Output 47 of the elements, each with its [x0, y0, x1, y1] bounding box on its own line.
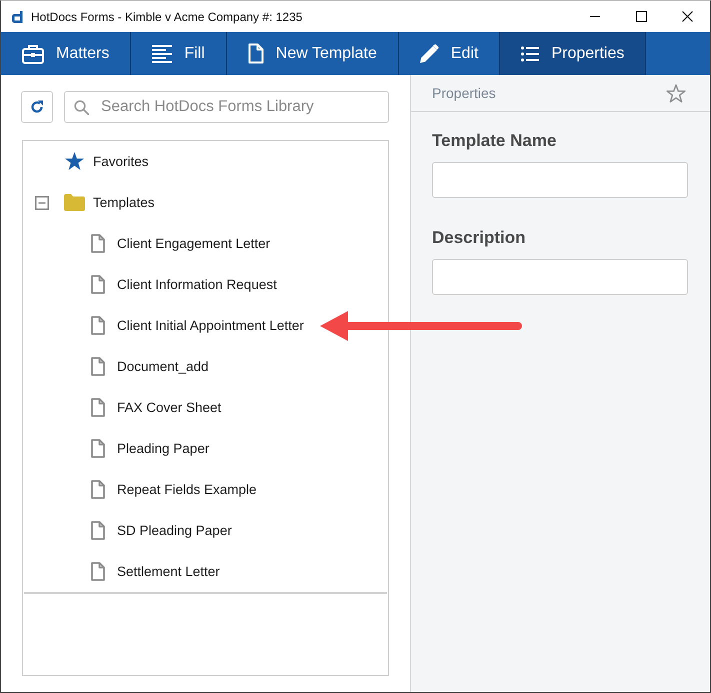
- logo-icon: [12, 10, 23, 22]
- refresh-icon: [30, 100, 44, 114]
- file-icon: [91, 275, 105, 294]
- file-icon: [91, 357, 105, 376]
- tree-item[interactable]: Pleading Paper: [91, 439, 210, 458]
- minimize-icon: [590, 16, 600, 17]
- maximize-icon: [636, 11, 646, 22]
- field-label: Description: [432, 228, 527, 248]
- panel-title: Properties: [432, 85, 496, 101]
- toolbar-tab[interactable]: Matters: [1, 32, 132, 75]
- star-icon: [64, 152, 85, 171]
- file-icon: [91, 234, 105, 253]
- window-title: HotDocs Forms - Kimble v Acme Company #: 1235: [31, 10, 302, 24]
- search-icon: [74, 100, 89, 115]
- file-icon: [91, 562, 105, 581]
- input-field[interactable]: [432, 162, 688, 198]
- text-lines-icon: [152, 44, 172, 62]
- tree-item[interactable]: Document_add: [91, 357, 209, 376]
- search-field[interactable]: Search HotDocs Forms Library: [64, 91, 389, 123]
- tree-item[interactable]: Client Engagement Letter: [91, 234, 270, 253]
- tree-item[interactable]: FAX Cover Sheet: [91, 398, 222, 417]
- toolbar-tab[interactable]: Properties: [500, 32, 646, 75]
- list-icon: [521, 46, 540, 62]
- tree-item[interactable]: Favorites: [64, 152, 149, 171]
- file-icon: [91, 316, 105, 335]
- file-icon: [91, 480, 105, 499]
- file-icon: [91, 439, 105, 458]
- tree-item[interactable]: Repeat Fields Example: [91, 480, 257, 499]
- document-icon: [248, 43, 264, 64]
- folder-icon: [64, 194, 85, 211]
- tree-item[interactable]: Settlement Letter: [91, 562, 220, 581]
- toolbar-tab[interactable]: Fill: [131, 32, 227, 75]
- briefcase-icon: [22, 44, 44, 64]
- collapse-icon[interactable]: [35, 196, 49, 210]
- tree-item[interactable]: Client Information Request: [91, 275, 277, 294]
- refresh-button[interactable]: [21, 91, 53, 123]
- input-field[interactable]: [432, 259, 688, 295]
- tree-item[interactable]: Client Initial Appointment Letter: [91, 316, 304, 335]
- pencil-icon: [420, 44, 439, 63]
- tree-item[interactable]: Templates: [64, 194, 155, 211]
- tree-item[interactable]: SD Pleading Paper: [91, 521, 232, 540]
- file-icon: [91, 521, 105, 540]
- file-icon: [91, 398, 105, 417]
- field-label: Template Name: [432, 131, 558, 151]
- toolbar-tab[interactable]: New Template: [226, 32, 399, 75]
- star-outline-icon[interactable]: [666, 84, 686, 102]
- close-icon: [682, 11, 692, 22]
